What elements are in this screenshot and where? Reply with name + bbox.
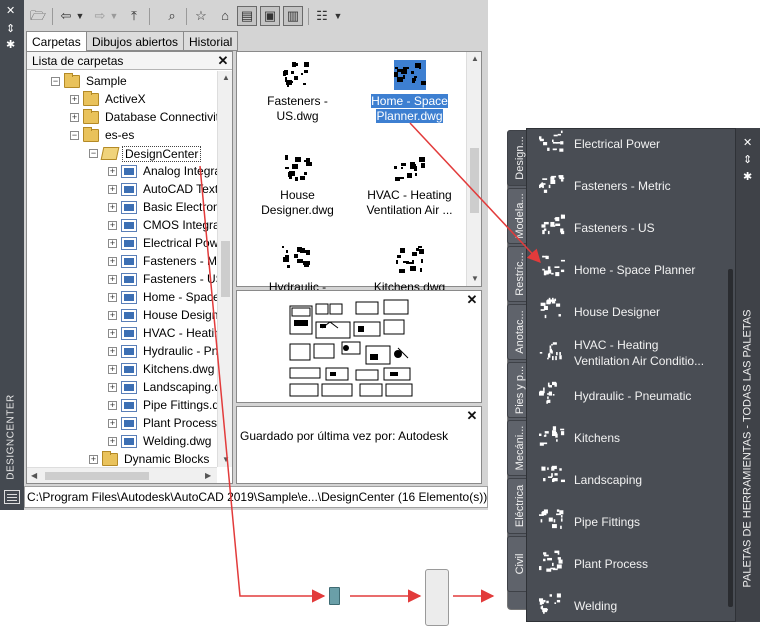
drag-flow-arrows <box>199 122 541 603</box>
drag-arrow-to-palette <box>409 122 541 263</box>
dragged-block-icon <box>329 587 340 605</box>
collapsed-palette-placeholder <box>425 569 449 626</box>
drag-arrow-to-icon <box>199 165 326 603</box>
